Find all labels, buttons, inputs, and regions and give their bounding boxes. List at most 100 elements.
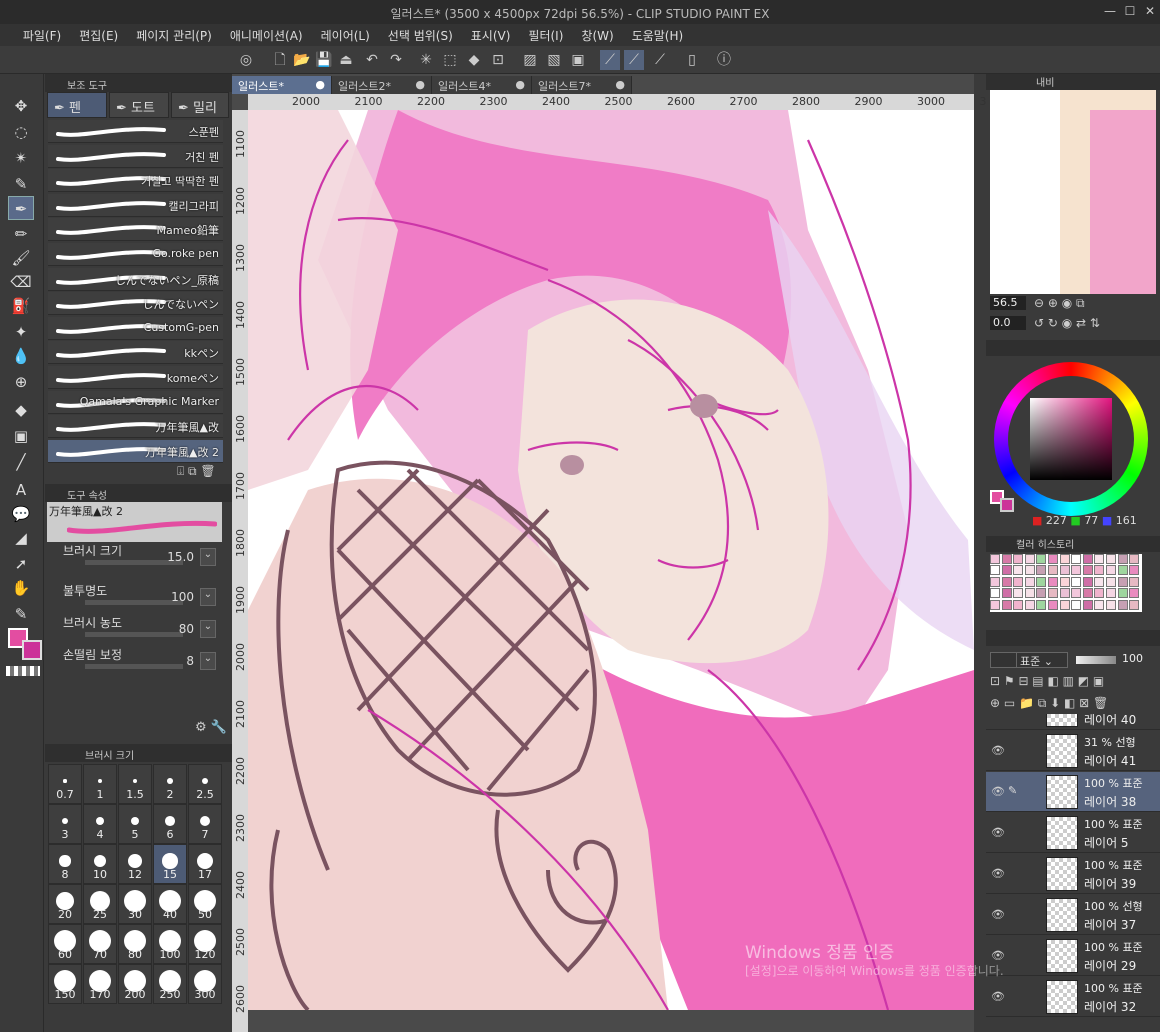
navigator-zoom[interactable]: 56.5: [990, 296, 1026, 310]
layer-row[interactable]: 👁 레이어 40: [986, 714, 1160, 730]
layer-row[interactable]: 👁 100 % 선형 레이어 37: [986, 895, 1160, 935]
history-swatch[interactable]: [1117, 565, 1128, 576]
decoration-icon[interactable]: ✦: [8, 320, 34, 344]
history-swatch[interactable]: [1059, 554, 1070, 564]
history-swatch[interactable]: [990, 554, 1000, 564]
export-icon[interactable]: ⏏: [336, 50, 356, 70]
layer-row[interactable]: 👁 100 % 표준 레이어 39: [986, 854, 1160, 894]
navigator-rotate-buttons[interactable]: ↺ ↻ ◉ ⇄ ⇅: [1034, 316, 1100, 330]
eye-icon[interactable]: 👁: [991, 714, 1005, 716]
prop-value[interactable]: 15.0: [167, 550, 194, 564]
brush-item[interactable]: 스푼펜: [48, 120, 223, 143]
history-swatch[interactable]: [990, 588, 1000, 599]
brush-size-option[interactable]: 120: [188, 924, 222, 964]
subtool-tab-pen[interactable]: ✒ 펜: [47, 92, 107, 118]
history-swatch[interactable]: [1082, 565, 1093, 576]
eye-icon[interactable]: 👁: [991, 867, 1005, 880]
history-swatch[interactable]: [1106, 565, 1116, 576]
layer-opacity-slider[interactable]: [1076, 656, 1116, 664]
menu-filter[interactable]: 필터(I): [519, 24, 572, 46]
prop-slider[interactable]: [85, 600, 183, 605]
history-swatch[interactable]: [1024, 599, 1035, 610]
menu-page[interactable]: 페이지 관리(P): [127, 24, 221, 46]
history-swatch[interactable]: [1094, 554, 1105, 564]
history-swatch[interactable]: [1117, 576, 1128, 587]
history-swatch[interactable]: [1013, 565, 1024, 576]
fill-tool-icon[interactable]: ◆: [8, 398, 34, 422]
show-selection-icon[interactable]: ▣: [568, 50, 588, 70]
brush-size-option[interactable]: 1.5: [118, 764, 152, 804]
pen-tool-icon[interactable]: ✒: [8, 196, 34, 220]
brush-item[interactable]: しんでないペン_原稿: [48, 267, 223, 291]
canvas-tab-3[interactable]: 일러스트7* ●: [532, 76, 632, 94]
color-history-grid[interactable]: [990, 554, 1142, 612]
menu-window[interactable]: 창(W): [572, 24, 622, 46]
history-swatch[interactable]: [1071, 565, 1082, 576]
history-swatch[interactable]: [1036, 565, 1047, 576]
text-tool-icon[interactable]: A: [8, 478, 34, 502]
eye-icon[interactable]: 👁: [991, 908, 1005, 921]
eye-icon[interactable]: 👁: [991, 744, 1005, 757]
history-swatch[interactable]: [1001, 588, 1012, 599]
menu-select[interactable]: 선택 범위(S): [379, 24, 462, 46]
prop-slider[interactable]: [85, 632, 183, 637]
menu-layer[interactable]: 레이어(L): [312, 24, 379, 46]
undo-icon[interactable]: ↶: [362, 50, 382, 70]
menu-edit[interactable]: 편집(E): [70, 24, 127, 46]
transparent-color-swatch[interactable]: [6, 666, 40, 676]
close-icon[interactable]: ✕: [1142, 4, 1158, 20]
history-swatch[interactable]: [1071, 599, 1082, 610]
hand-tool-icon[interactable]: ✋: [8, 576, 34, 600]
history-swatch[interactable]: [1048, 554, 1058, 564]
prop-value[interactable]: 100: [171, 590, 194, 604]
brush-size-option[interactable]: 25: [83, 884, 117, 924]
clip-studio-icon[interactable]: ◎: [236, 50, 256, 70]
brush-size-option[interactable]: 150: [48, 964, 82, 1004]
brush-size-option[interactable]: 17: [188, 844, 222, 884]
history-swatch[interactable]: [1048, 599, 1058, 610]
invert-selection-icon[interactable]: ▧: [544, 50, 564, 70]
history-swatch[interactable]: [1129, 565, 1140, 576]
history-swatch[interactable]: [1071, 554, 1082, 564]
brush-size-option[interactable]: 70: [83, 924, 117, 964]
history-swatch[interactable]: [1013, 576, 1024, 587]
blend-tool-icon[interactable]: 💧: [8, 344, 34, 368]
brush-size-option[interactable]: 0.7: [48, 764, 82, 804]
operation-tool-icon[interactable]: ➚: [8, 552, 34, 576]
history-swatch[interactable]: [1071, 576, 1082, 587]
brush-tool-icon[interactable]: 🖌: [8, 246, 34, 270]
brush-size-option[interactable]: 170: [83, 964, 117, 1004]
history-swatch[interactable]: [1129, 588, 1140, 599]
history-swatch[interactable]: [1048, 588, 1058, 599]
history-swatch[interactable]: [1001, 599, 1012, 610]
layer-toolbar-1[interactable]: ⊡ ⚑ ⊟ ▤ ◧ ▥ ◩ ▣: [990, 674, 1104, 688]
history-swatch[interactable]: [1094, 576, 1105, 587]
history-swatch[interactable]: [1094, 588, 1105, 599]
history-swatch[interactable]: [1036, 599, 1047, 610]
help-icon[interactable]: ⓘ: [714, 50, 734, 70]
brush-item[interactable]: 캘리그라피: [48, 193, 223, 217]
history-swatch[interactable]: [1059, 599, 1070, 610]
history-swatch[interactable]: [1013, 588, 1024, 599]
prop-value[interactable]: 80: [179, 622, 194, 636]
canvas-tab-2[interactable]: 일러스트4* ●: [432, 76, 532, 94]
brush-item[interactable]: Go.roke pen: [48, 243, 223, 266]
history-swatch[interactable]: [1013, 554, 1024, 564]
brush-size-option[interactable]: 300: [188, 964, 222, 1004]
blend-mode-select[interactable]: 표준 ⌄: [1016, 652, 1068, 668]
wheel-sub-swatch[interactable]: [1000, 498, 1014, 512]
history-swatch[interactable]: [1024, 554, 1035, 564]
balloon-tool-icon[interactable]: 💬: [8, 502, 34, 526]
history-swatch[interactable]: [1024, 565, 1035, 576]
history-swatch[interactable]: [1036, 576, 1047, 587]
history-swatch[interactable]: [1094, 599, 1105, 610]
prop-value[interactable]: 8: [186, 654, 194, 668]
history-swatch[interactable]: [990, 565, 1000, 576]
brush-size-option[interactable]: 80: [118, 924, 152, 964]
brush-size-option[interactable]: 20: [48, 884, 82, 924]
navigator-preview[interactable]: [990, 90, 1156, 294]
history-swatch[interactable]: [1024, 576, 1035, 587]
brush-size-option[interactable]: 15: [153, 844, 187, 884]
navigator-angle[interactable]: 0.0: [990, 316, 1026, 330]
history-swatch[interactable]: [1071, 588, 1082, 599]
